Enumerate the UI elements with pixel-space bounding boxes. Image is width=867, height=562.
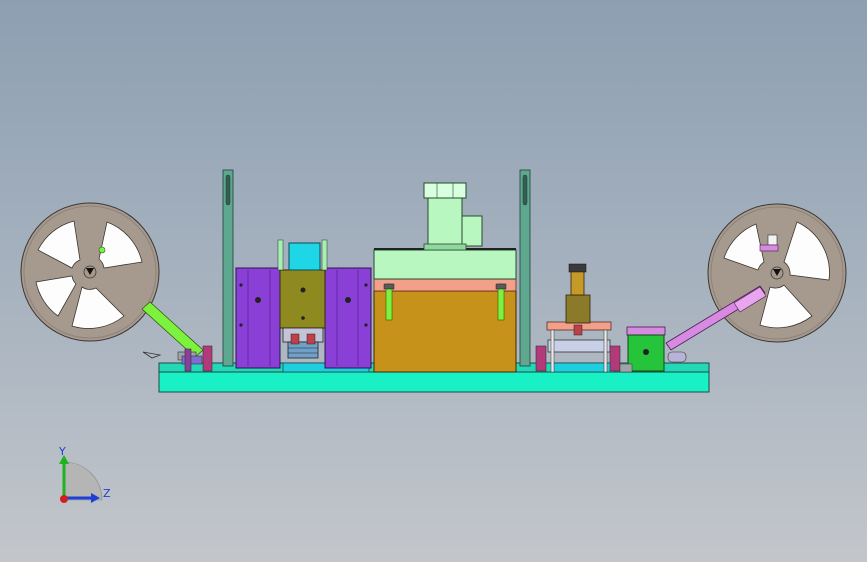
coordinate-triad: Y Z [58, 445, 111, 503]
left-reel [20, 202, 160, 342]
left-tension-arm [141, 301, 213, 372]
triad-quadrant [63, 461, 103, 501]
right-reel [707, 203, 847, 343]
central-box [373, 182, 517, 373]
cad-viewport[interactable]: Y Z [0, 0, 867, 562]
right-guide-post [519, 169, 531, 367]
z-axis-label: Z [103, 487, 111, 500]
x-axis-dot [60, 495, 68, 503]
press-assembly [235, 239, 372, 369]
y-axis-label: Y [58, 445, 66, 458]
cutter-assembly [535, 263, 666, 373]
left-guide-post [222, 169, 234, 367]
